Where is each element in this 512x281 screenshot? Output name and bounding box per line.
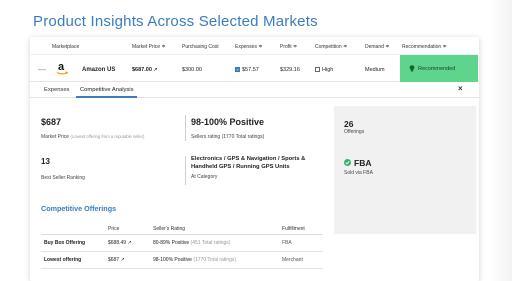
check-circle-icon (344, 159, 351, 166)
tab-competitive-analysis[interactable]: Competitive Analysis (76, 82, 138, 98)
offerings-caption: Offerings (344, 129, 365, 135)
offerings-table-header: Price Seller's Rating Fulfillment (41, 221, 323, 235)
market-price-metric: $687 (41, 117, 62, 127)
competition-cell: High (315, 67, 333, 73)
market-price-caption: Market Price (Lowest offering from a rep… (41, 134, 144, 140)
divider (185, 156, 186, 185)
col-expenses[interactable]: Expenses ≑ (235, 44, 263, 50)
marketplace-name: Amazon US (82, 67, 116, 73)
market-price-link[interactable]: $687.00 ↗ (132, 67, 158, 73)
market-price-note: (Lowest offering from a reputable seller… (70, 134, 145, 139)
col-demand[interactable]: Demand ≑ (365, 44, 389, 50)
competitive-offerings-title: Competitive Offerings (41, 204, 117, 213)
product-row: — a Amazon US $687.00 ↗ $300.00 + $57.57 … (30, 54, 479, 82)
offering-price: $687 (108, 257, 120, 263)
category-line-1: Electronics / GPS & Navigation / Sports … (191, 156, 306, 162)
offerings-count: 26 (344, 119, 354, 129)
offering-fulfillment: Merchant (282, 257, 303, 263)
external-link-icon[interactable]: ↗ (127, 240, 131, 246)
offering-rating-percent: 98-100% Positive (153, 257, 192, 263)
offering-rating-count: (1770 Total ratings) (193, 257, 237, 263)
table-header: Marketplace Market Price ≑ Purchasing Co… (30, 40, 479, 54)
fulfillment-caption: Sold via FBA (344, 170, 373, 176)
lightbulb-icon (409, 65, 415, 72)
offering-fulfillment: FBA (282, 240, 292, 246)
table-row: Lowest offering $687 ↗ 98-100% Positive … (41, 252, 323, 269)
recommendation-badge: Recommended (400, 55, 478, 82)
close-icon[interactable]: × (458, 84, 463, 93)
tab-expenses[interactable]: Expenses (40, 82, 73, 98)
competition-icon (315, 67, 320, 73)
amazon-logo-icon: a (56, 61, 68, 75)
offerings-header-fulfillment: Fulfillment (282, 226, 305, 232)
col-purchasing-cost: Purchasing Cost (182, 44, 219, 50)
insights-card: Marketplace Market Price ≑ Purchasing Co… (30, 37, 479, 281)
offerings-header-price: Price (108, 226, 120, 232)
offering-rating: 80-89% Positive (451 Total ratings) (153, 240, 230, 246)
page-title: Product Insights Across Selected Markets (33, 13, 318, 30)
divider (185, 115, 186, 141)
collapse-toggle[interactable]: — (38, 65, 46, 74)
market-price-value: $687.00 (132, 67, 152, 73)
seller-rating-caption: Sellers rating (1770 Total ratings) (191, 134, 265, 140)
expand-expenses-icon[interactable]: + (235, 67, 240, 73)
offering-price-link[interactable]: $687 ↗ (108, 257, 125, 263)
offering-label: Buy Box Offering (44, 240, 86, 246)
col-market-price[interactable]: Market Price ≑ (132, 44, 166, 50)
seller-rating-metric: 98-100% Positive (191, 117, 265, 127)
best-seller-rank-metric: 13 (41, 157, 50, 166)
svg-text:a: a (58, 61, 65, 73)
offering-rating-percent: 80-89% Positive (153, 240, 190, 246)
category-caption: At Category (191, 174, 218, 180)
expenses-cell[interactable]: + $57.57 (235, 67, 259, 73)
profit-value: $329.16 (280, 67, 300, 73)
fulfillment-metric: FBA (354, 158, 372, 168)
col-profit[interactable]: Profit ≑ (280, 44, 297, 50)
offering-label: Lowest offering (44, 257, 82, 263)
purchasing-cost-value: $300.00 (182, 67, 202, 73)
external-link-icon[interactable]: ↗ (121, 257, 125, 263)
detail-tabs: Expenses Competitive Analysis (30, 82, 479, 98)
offering-rating: 98-100% Positive (1770 Total ratings) (153, 257, 236, 263)
summary-side-panel: 26 Offerings FBA Sold via FBA (334, 106, 476, 234)
demand-value: Medium (365, 67, 385, 73)
expenses-value: $57.57 (242, 67, 259, 73)
category-line-2: Handheld GPS / Running GPS Units (191, 164, 290, 170)
market-price-label: Market Price (41, 134, 70, 140)
col-marketplace[interactable]: Marketplace (52, 44, 79, 50)
table-row: Buy Box Offering $688.49 ↗ 80-89% Positi… (41, 235, 323, 252)
offering-price: $688.49 (108, 240, 127, 246)
offering-rating-count: (451 Total ratings) (190, 240, 231, 246)
best-seller-rank-caption: Best Seller Ranking (41, 175, 85, 181)
col-competition[interactable]: Competition ≑ (315, 44, 347, 50)
recommendation-label: Recommended (418, 66, 456, 72)
external-link-icon[interactable]: ↗ (153, 67, 157, 73)
page-edge-shadow (490, 0, 512, 281)
offering-price-link[interactable]: $688.49 ↗ (108, 240, 132, 246)
competition-value: High (322, 67, 334, 73)
offerings-header-rating: Seller's Rating (153, 226, 186, 232)
col-recommendation[interactable]: Recommendation ≑ (402, 44, 447, 50)
